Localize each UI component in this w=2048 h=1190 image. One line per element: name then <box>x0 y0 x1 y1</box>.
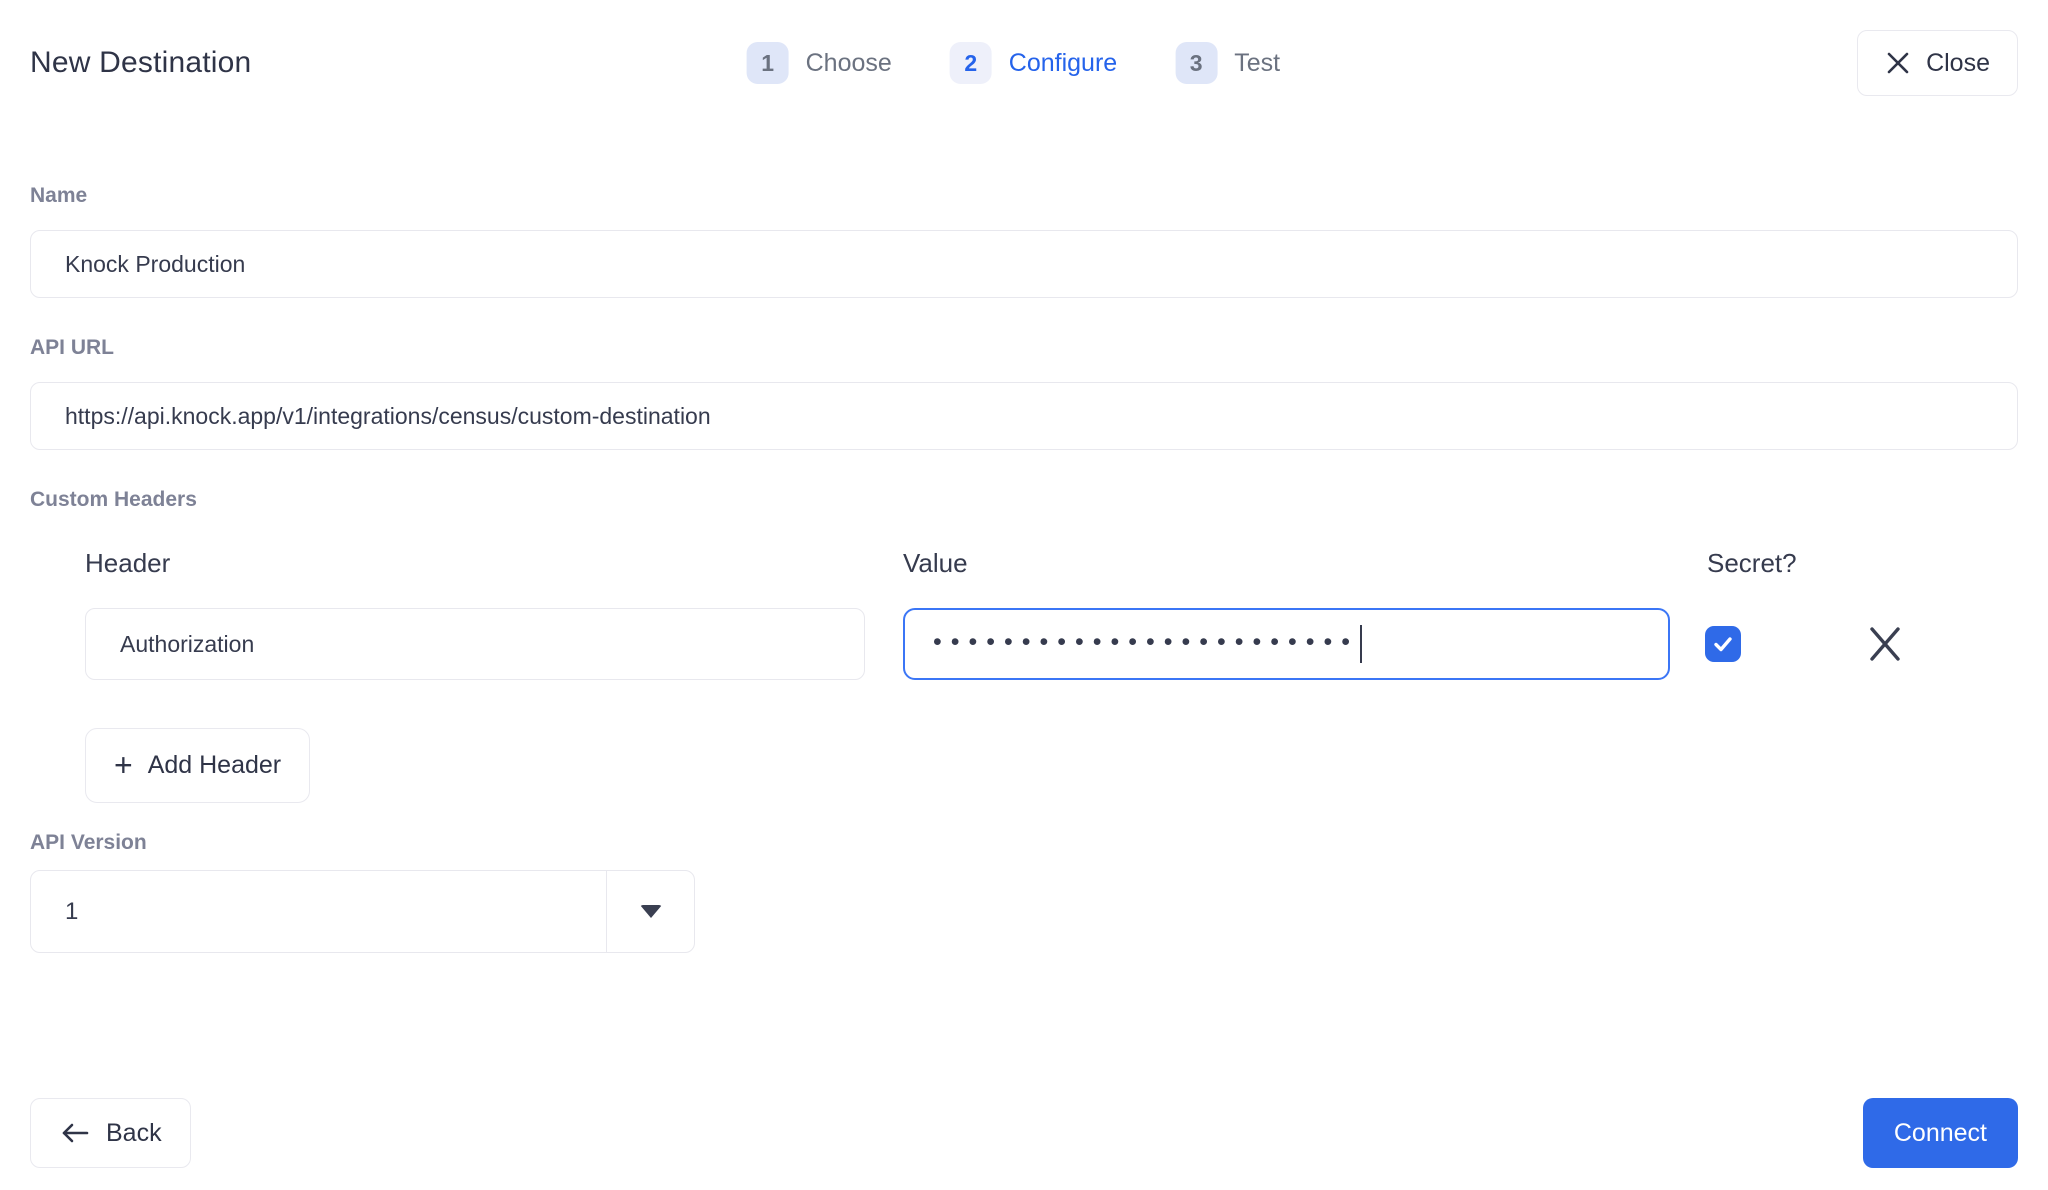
chevron-down-icon <box>640 905 662 918</box>
stepper: 1 Choose 2 Configure 3 Test <box>747 30 1280 96</box>
back-button-label: Back <box>106 1119 162 1148</box>
text-cursor <box>1360 625 1362 663</box>
close-button[interactable]: Close <box>1857 30 2018 96</box>
step-choose-badge: 1 <box>747 42 789 84</box>
back-button[interactable]: Back <box>30 1098 191 1168</box>
delete-header-button[interactable] <box>1865 624 1905 664</box>
step-configure[interactable]: 2 Configure <box>950 42 1117 84</box>
close-icon <box>1885 50 1911 76</box>
name-input[interactable] <box>30 230 2018 298</box>
name-label: Name <box>30 184 2018 208</box>
custom-headers-label: Custom Headers <box>30 488 2018 512</box>
header-value-input[interactable]: •••••••••••••••••••••••• <box>903 608 1670 680</box>
new-destination-dialog: New Destination 1 Choose 2 Configure 3 T… <box>0 0 2048 1190</box>
step-configure-badge: 2 <box>950 42 992 84</box>
api-version-select[interactable]: 1 <box>30 870 695 953</box>
plus-icon: + <box>114 749 133 781</box>
page-title: New Destination <box>30 46 251 80</box>
custom-headers-block: Header Value Secret? •••••••••••••••••••… <box>85 548 2018 803</box>
api-url-input[interactable] <box>30 382 2018 450</box>
column-label-secret: Secret? <box>1707 548 1797 578</box>
custom-headers-column-labels: Header Value Secret? <box>85 548 2018 578</box>
column-label-header: Header <box>85 548 865 578</box>
close-button-label: Close <box>1926 49 1990 78</box>
column-label-value: Value <box>903 548 1670 578</box>
header-name-input[interactable] <box>85 608 865 680</box>
masked-value-text: •••••••••••••••••••••••• <box>933 630 1359 655</box>
add-header-button-label: Add Header <box>148 751 281 780</box>
dialog-header: New Destination 1 Choose 2 Configure 3 T… <box>30 0 2018 96</box>
step-configure-label: Configure <box>1009 49 1117 78</box>
api-version-selected-value: 1 <box>31 871 606 952</box>
api-version-label: API Version <box>30 831 2018 855</box>
x-icon <box>1865 624 1905 664</box>
custom-header-row: •••••••••••••••••••••••• <box>85 608 2018 680</box>
secret-checkbox[interactable] <box>1705 626 1741 662</box>
connect-button-label: Connect <box>1894 1119 1987 1148</box>
step-choose-label: Choose <box>806 49 892 78</box>
api-version-dropdown-toggle[interactable] <box>606 871 694 952</box>
step-test[interactable]: 3 Test <box>1175 42 1280 84</box>
add-header-button[interactable]: + Add Header <box>85 728 310 803</box>
api-url-label: API URL <box>30 336 2018 360</box>
connect-button[interactable]: Connect <box>1863 1098 2018 1168</box>
step-choose[interactable]: 1 Choose <box>747 42 892 84</box>
step-test-badge: 3 <box>1175 42 1217 84</box>
step-test-label: Test <box>1234 49 1280 78</box>
arrow-left-icon <box>59 1119 91 1147</box>
dialog-footer: Back Connect <box>30 1098 2018 1168</box>
check-icon <box>1711 632 1735 656</box>
